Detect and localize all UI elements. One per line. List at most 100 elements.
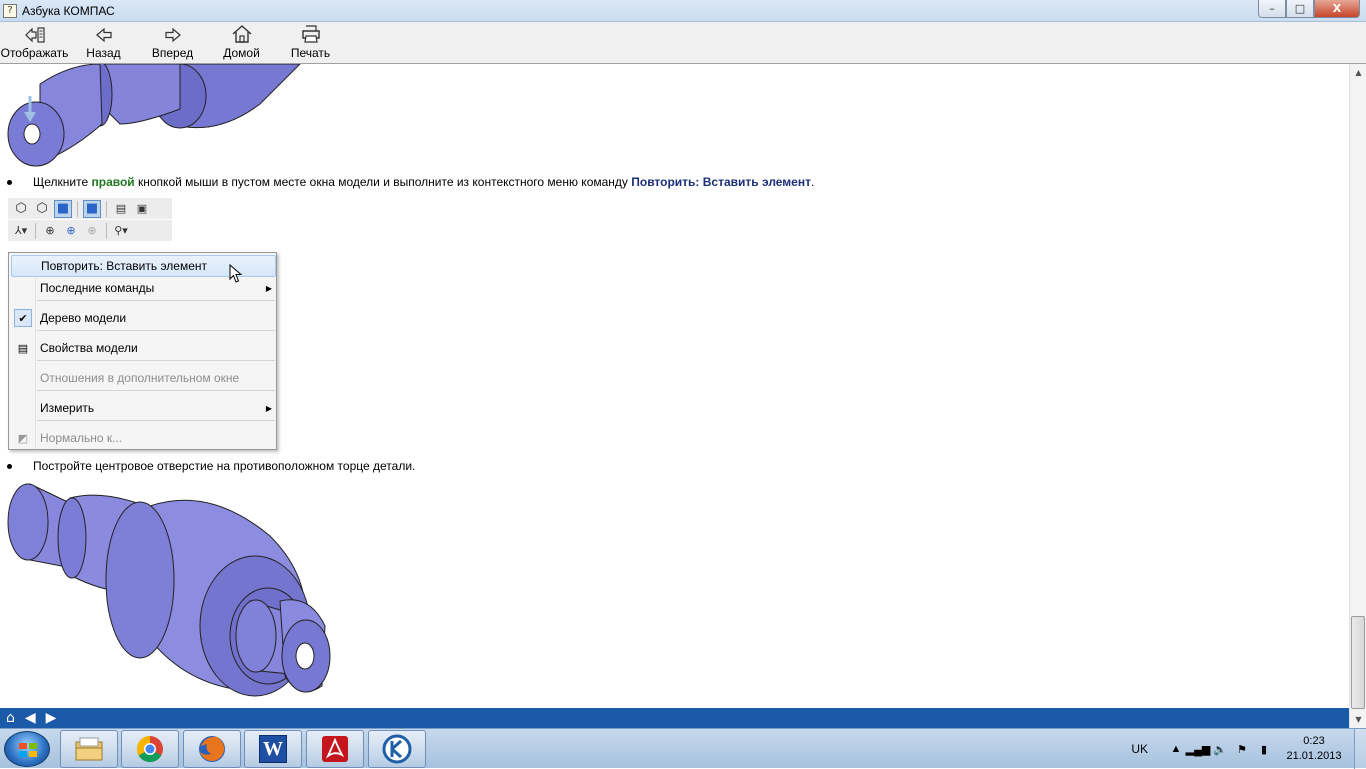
home-button[interactable]: Домой <box>207 22 276 64</box>
menu-item-label: Последние команды <box>40 281 155 295</box>
window-controls: – □ X <box>1258 0 1360 18</box>
shaded-edges-cube-icon: ■ <box>83 199 101 218</box>
properties-icon: ▤ <box>17 342 29 355</box>
menu-item-normal-to: ◩ Нормально к... <box>11 427 276 449</box>
start-button[interactable] <box>4 731 50 767</box>
menu-item-label: Дерево модели <box>40 311 127 325</box>
printer-icon <box>301 25 320 43</box>
menu-item-label: Нормально к... <box>40 431 123 445</box>
taskbar-acrobat[interactable] <box>306 730 364 768</box>
windows-logo-icon <box>19 743 37 757</box>
menu-item-model-properties[interactable]: ▤ Свойства модели <box>11 337 276 359</box>
vertical-scrollbar[interactable]: ▲ ▼ <box>1349 64 1366 728</box>
toolbar-separator <box>106 200 107 217</box>
menu-item-label: Измерить <box>40 401 95 415</box>
show-hidden-icons-icon[interactable]: ▲ <box>1168 741 1184 757</box>
menu-item-recent-commands[interactable]: Последние команды ▶ <box>11 277 276 299</box>
bullet-dot <box>7 180 12 185</box>
close-button[interactable]: X <box>1314 0 1360 18</box>
clock-date: 21.01.2013 <box>1286 750 1342 762</box>
nav-home-icon[interactable]: ⌂ <box>6 710 15 726</box>
menu-item-label: Отношения в дополнительном окне <box>40 371 240 385</box>
taskbar-firefox[interactable] <box>183 730 241 768</box>
zoom-window-icon: ⊕ <box>45 224 55 237</box>
model-zoom-toolbar-image: ⅄▾ ⊕ ⊕ ⊕ ⚲▾ <box>8 220 172 241</box>
toolbar-separator <box>35 222 36 239</box>
action-center-flag-icon[interactable]: ⚑ <box>1234 741 1250 757</box>
menu-separator <box>37 300 275 301</box>
word-icon: W <box>259 735 287 763</box>
step-1-right-word: правой <box>91 175 135 189</box>
taskbar-kompas[interactable] <box>368 730 426 768</box>
taskbar-chrome[interactable] <box>121 730 179 768</box>
print-label: Печать <box>290 46 331 60</box>
chrome-icon <box>136 735 163 763</box>
window-title: Азбука КОМПАС <box>22 3 115 18</box>
menu-item-relations-window: Отношения в дополнительном окне <box>11 367 276 389</box>
show-desktop-button[interactable] <box>1354 729 1366 769</box>
step-1-post: . <box>810 175 815 189</box>
taskbar-explorer[interactable] <box>60 730 118 768</box>
shaded-cube-icon: ■ <box>54 199 72 218</box>
kompas-icon <box>382 734 412 764</box>
step-1-mid: кнопкой мыши в пустом месте окна модели … <box>134 175 632 189</box>
filter-icon: ⚲▾ <box>114 224 128 237</box>
back-button[interactable]: Назад <box>69 22 138 64</box>
menu-item-label: Свойства модели <box>40 341 138 355</box>
maximize-button[interactable]: □ <box>1286 0 1314 18</box>
zoom-icon: ⊕ <box>66 224 76 237</box>
save-icon: ▣ <box>136 202 148 215</box>
scroll-up-icon[interactable]: ▲ <box>1350 64 1366 81</box>
scroll-down-icon[interactable]: ▼ <box>1350 711 1366 728</box>
acrobat-icon <box>322 736 348 762</box>
taskbar-word[interactable]: W <box>244 730 302 768</box>
wireframe-cube-icon: ⬡ <box>15 201 27 216</box>
show-pane-icon <box>24 27 45 43</box>
clock[interactable]: 0:23 21.01.2013 <box>1278 734 1350 764</box>
minimize-button[interactable]: – <box>1258 0 1286 18</box>
menu-separator <box>37 420 275 421</box>
file-explorer-icon <box>75 737 103 761</box>
submenu-arrow-icon: ▶ <box>265 283 272 293</box>
checkmark-icon: ✔ <box>14 309 32 327</box>
home-icon <box>232 25 251 43</box>
nav-previous-icon[interactable]: ◀ <box>25 710 36 726</box>
menu-item-repeat-insert[interactable]: Повторить: Вставить элемент <box>11 255 276 283</box>
step-1-text: Щелкните правой кнопкой мыши в пустом ме… <box>33 175 814 189</box>
toolbar-separator <box>77 200 78 217</box>
help-navigation-bar: ⌂ ◀ ▶ <box>0 708 1349 728</box>
context-menu: Повторить: Вставить элемент Последние ко… <box>8 252 277 450</box>
scroll-thumb[interactable] <box>1351 616 1365 709</box>
normal-view-icon: ◩ <box>17 432 29 445</box>
print-button[interactable]: Печать <box>276 22 345 64</box>
language-indicator[interactable]: UK <box>1131 742 1148 756</box>
system-tray: UK ▲ ▂▄▆ 🔈 ⚑ ▮ 0:23 21.01.2013 <box>1131 729 1366 769</box>
forward-button[interactable]: Вперед <box>138 22 207 64</box>
model-view-toolbar-image: ⬡ ⬡ ■ ■ ▤ ▣ <box>8 198 172 219</box>
zoom-previous-icon: ⊕ <box>87 224 97 237</box>
step-1-command: Повторить: Вставить элемент <box>631 175 811 189</box>
forward-arrow-icon <box>164 27 181 43</box>
menu-separator <box>37 330 275 331</box>
step-1-pre: Щелкните <box>33 175 92 189</box>
forward-label: Вперед <box>151 46 194 60</box>
menu-item-model-tree[interactable]: ✔ Дерево модели <box>11 307 276 329</box>
toolbar-separator <box>106 222 107 239</box>
firefox-icon <box>199 736 225 762</box>
clock-time: 0:23 <box>1303 735 1325 747</box>
submenu-arrow-icon: ▶ <box>265 403 272 413</box>
menu-item-measure[interactable]: Измерить ▶ <box>11 397 276 419</box>
model-image-top <box>7 64 301 167</box>
menu-item-label: Повторить: Вставить элемент <box>41 259 208 273</box>
bullet-dot <box>7 464 12 469</box>
volume-icon[interactable]: 🔈 <box>1212 741 1228 757</box>
help-file-icon: ? <box>3 3 17 18</box>
title-bar: ? Азбука КОМПАС – □ X <box>0 0 1366 22</box>
network-signal-icon[interactable]: ▂▄▆ <box>1186 741 1211 757</box>
help-content: Щелкните правой кнопкой мыши в пустом ме… <box>0 64 1349 708</box>
home-label: Домой <box>223 46 260 60</box>
nav-next-icon[interactable]: ▶ <box>46 710 57 726</box>
step-2-text: Постройте центровое отверстие на противо… <box>33 459 416 473</box>
show-button[interactable]: Отображать <box>0 22 69 64</box>
power-icon[interactable]: ▮ <box>1256 741 1272 757</box>
